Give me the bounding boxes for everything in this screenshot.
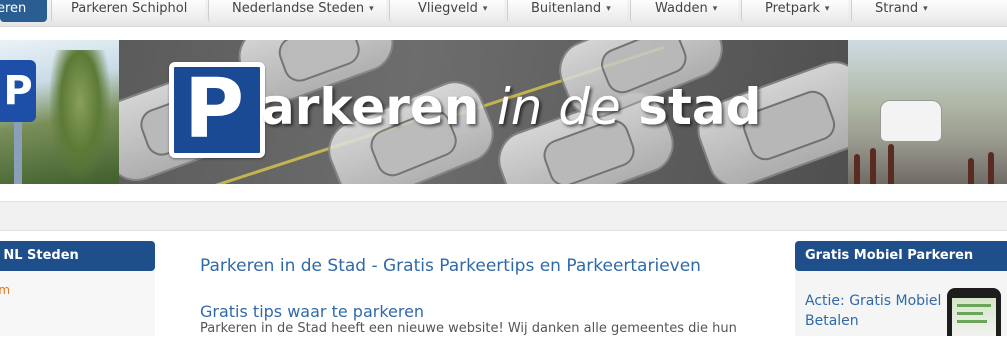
section-heading: Gratis tips waar te parkeren — [200, 302, 425, 321]
nav-item-wadden[interactable]: Wadden ▾ — [630, 0, 738, 22]
right-sidebar: Gratis Mobiel Parkeren Actie: Gratis Mob… — [795, 241, 1007, 336]
nav-item-label: Parkeren Schiphol — [71, 1, 188, 16]
site-title: arkeren in de stad — [261, 72, 761, 142]
nav-item-strand[interactable]: Strand ▾ — [851, 0, 1007, 22]
left-sidebar-heading: e NL Steden — [0, 241, 155, 271]
nav-item-nederlandse-steden[interactable]: Nederlandse Steden ▾ — [208, 0, 386, 22]
chevron-down-icon: ▾ — [923, 4, 928, 14]
tree-image — [50, 50, 110, 180]
sidebar-link-city[interactable]: am — [0, 283, 10, 297]
sign-pole — [14, 122, 22, 184]
nav-item-label: Nederlandse Steden — [232, 1, 365, 16]
chevron-down-icon: ▾ — [369, 4, 374, 14]
site-title-part3: stad — [638, 78, 762, 136]
logo-letter: P — [184, 62, 245, 157]
separator-strip — [0, 201, 1007, 231]
chevron-down-icon: ▾ — [824, 4, 830, 14]
page-title: Parkeren in de Stad - Gratis Parkeertips… — [200, 256, 701, 276]
banner-photo-parking-sign: P — [0, 40, 119, 184]
nav-item-pretpark[interactable]: Pretpark ▾ — [741, 0, 848, 22]
bollards — [848, 140, 1007, 184]
intro-paragraph: Parkeren in de Stad heeft een nieuwe web… — [200, 321, 737, 336]
left-sidebar: e NL Steden am — [0, 241, 155, 336]
car-image — [880, 100, 942, 142]
parking-sign-icon: P — [0, 60, 36, 122]
phone-screen — [952, 298, 996, 336]
nav-item-label: Wadden — [655, 1, 708, 16]
chevron-down-icon: ▾ — [482, 4, 488, 14]
nav-item-label: Strand — [875, 1, 919, 16]
smartphone-image[interactable] — [947, 288, 1001, 336]
nav-item-label: eren — [0, 1, 27, 16]
site-title-part2: in de — [496, 78, 621, 136]
chevron-down-icon: ▾ — [606, 4, 611, 14]
nav-item-home[interactable]: eren — [0, 0, 47, 22]
chevron-down-icon: ▾ — [712, 4, 718, 14]
site-logo[interactable]: P — [169, 62, 265, 158]
nav-item-label: Vliegveld — [418, 1, 478, 16]
nav-item-buitenland[interactable]: Buitenland ▾ — [507, 0, 627, 22]
mobile-payment-link[interactable]: Actie: Gratis Mobiel Betalen — [805, 291, 945, 331]
site-title-part1: arkeren — [261, 78, 480, 136]
right-sidebar-heading: Gratis Mobiel Parkeren — [795, 241, 1007, 271]
nav-item-label: Buitenland — [531, 1, 602, 16]
nav-item-parkeren-schiphol[interactable]: Parkeren Schiphol — [51, 0, 205, 22]
nav-item-vliegveld[interactable]: Vliegveld ▾ — [389, 0, 504, 22]
nav-item-label: Pretpark — [765, 1, 820, 16]
top-navigation: eren Parkeren Schiphol Nederlandse Stede… — [0, 0, 1007, 27]
banner-photo-street — [848, 40, 1007, 184]
